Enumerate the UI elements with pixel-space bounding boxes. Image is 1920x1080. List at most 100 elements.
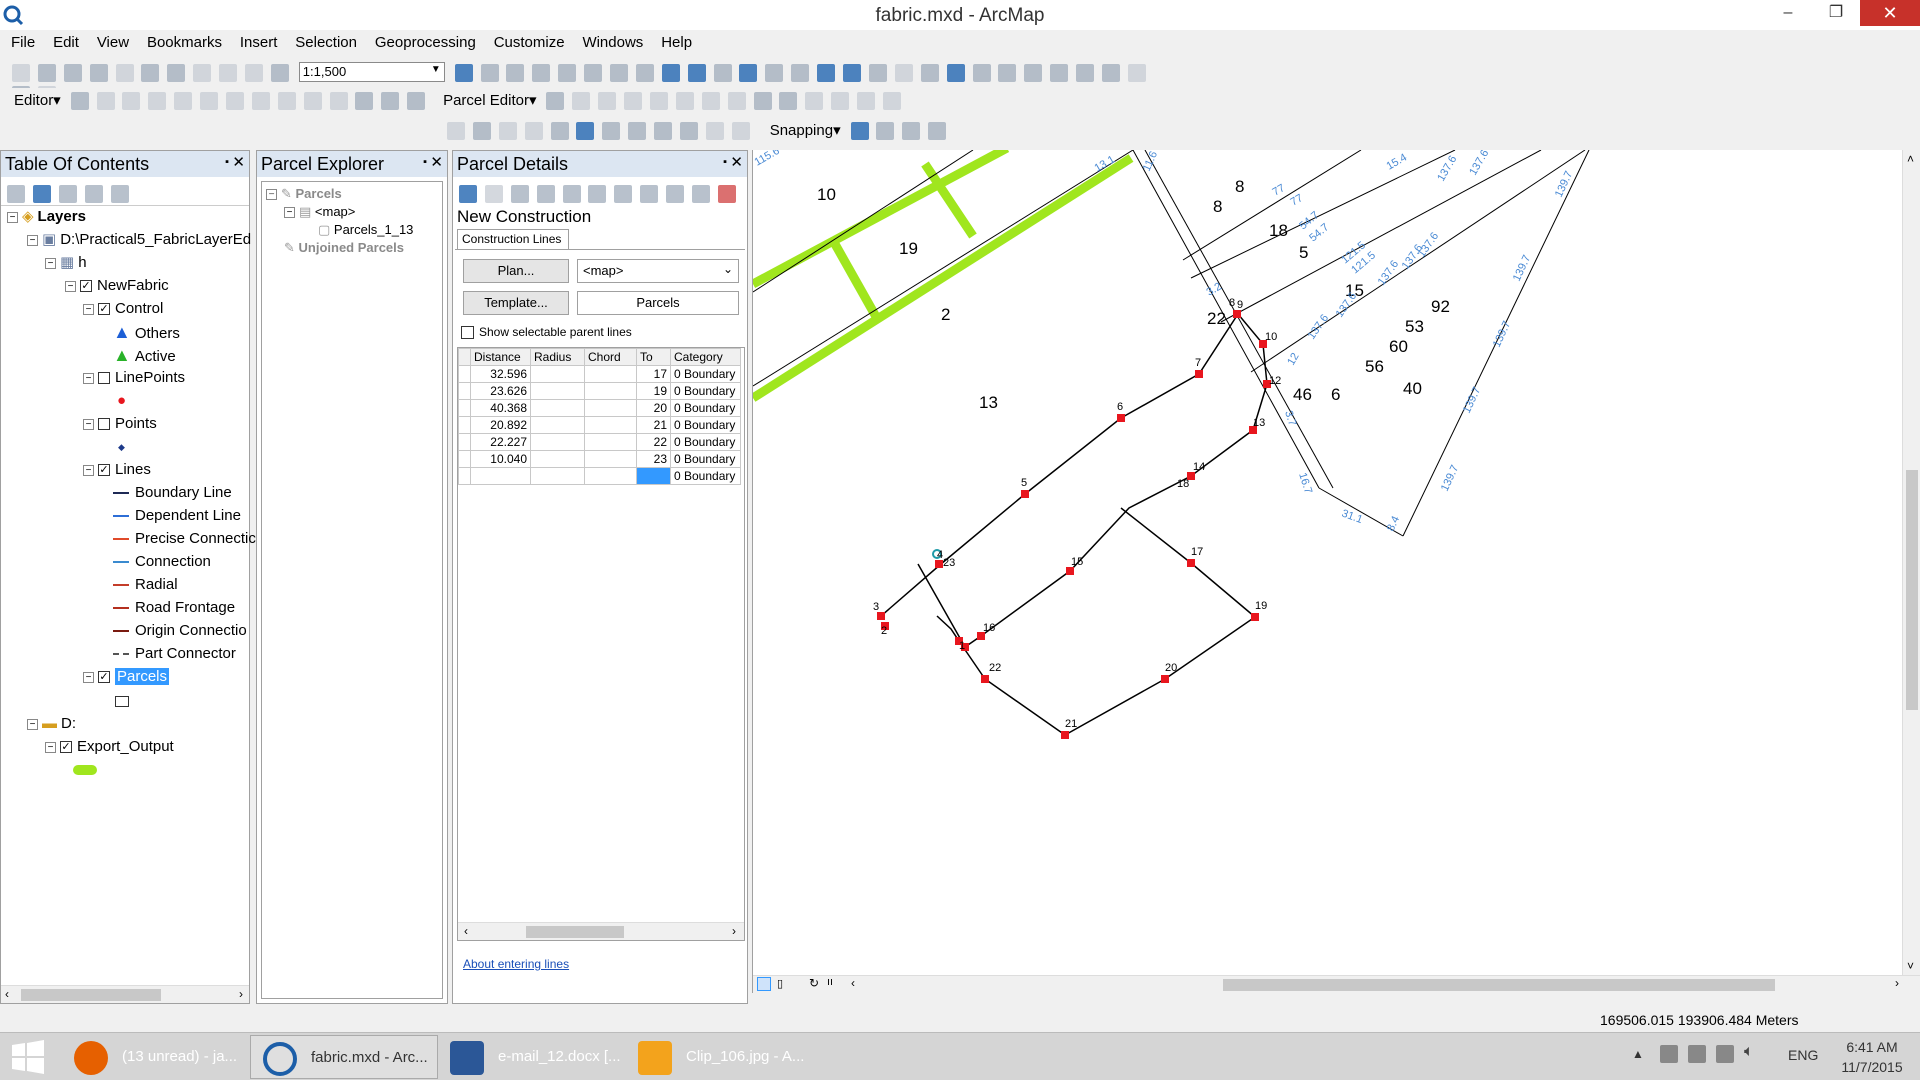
pan-icon[interactable] bbox=[713, 64, 732, 82]
table-row[interactable]: 23.626 19 0 Boundary bbox=[458, 382, 741, 400]
cell-category[interactable]: 0 Boundary bbox=[670, 365, 741, 383]
edge-snapping-icon[interactable] bbox=[928, 122, 947, 140]
menu-windows[interactable]: Windows bbox=[575, 32, 650, 53]
toc-layer-points[interactable]: − Points bbox=[83, 413, 157, 435]
close-icon[interactable]: ✕ bbox=[430, 153, 443, 171]
merge-icon[interactable] bbox=[649, 92, 668, 110]
close-icon[interactable]: ✕ bbox=[232, 153, 245, 171]
scroll-right-icon[interactable]: › bbox=[732, 924, 736, 938]
column-header-category[interactable]: Category bbox=[670, 348, 741, 366]
clock-date[interactable]: 11/7/2015 bbox=[1834, 1059, 1910, 1075]
collapse-icon[interactable]: − bbox=[83, 671, 94, 683]
scroll-up-icon[interactable]: ˄ bbox=[1907, 152, 1914, 166]
about-entering-lines-link[interactable]: About entering lines bbox=[463, 957, 569, 971]
new-line-icon[interactable] bbox=[459, 185, 477, 203]
layer-visibility-checkbox[interactable] bbox=[98, 372, 110, 385]
template-button[interactable]: Template... bbox=[463, 291, 569, 315]
cell-chord[interactable] bbox=[584, 467, 637, 485]
cell-radius[interactable] bbox=[530, 399, 585, 417]
show-parent-lines-checkbox[interactable] bbox=[461, 326, 474, 340]
cell-to[interactable]: 23 bbox=[636, 450, 671, 468]
straight-segment-icon[interactable] bbox=[122, 92, 141, 110]
measure-icon[interactable] bbox=[1024, 64, 1043, 82]
find-icon[interactable] bbox=[1050, 64, 1069, 82]
collapse-icon[interactable]: − bbox=[83, 418, 94, 430]
collapse-icon[interactable]: − bbox=[45, 257, 56, 269]
menu-geoprocessing[interactable]: Geoprocessing bbox=[368, 32, 483, 53]
editor-toolbar-icon[interactable] bbox=[454, 64, 473, 82]
point-icon[interactable] bbox=[200, 92, 219, 110]
row-selector[interactable] bbox=[458, 450, 471, 468]
pause-drawing-icon[interactable]: ıı bbox=[827, 976, 833, 988]
data-view-icon[interactable] bbox=[757, 977, 771, 991]
menu-edit[interactable]: Edit bbox=[46, 32, 86, 53]
column-header-distance[interactable]: Distance bbox=[470, 348, 531, 366]
cell-radius[interactable] bbox=[530, 382, 585, 400]
reshape-icon[interactable] bbox=[251, 92, 270, 110]
layer-visibility-checkbox[interactable]: ✓ bbox=[98, 464, 110, 477]
taskbar-item-firefox[interactable]: (13 unread) - ja... bbox=[62, 1035, 250, 1079]
end-snapping-icon[interactable] bbox=[876, 122, 895, 140]
cell-chord[interactable] bbox=[584, 382, 637, 400]
template-field[interactable]: Parcels bbox=[577, 291, 739, 315]
horizontal-scrollbar[interactable]: ‹ › bbox=[1, 985, 249, 1003]
toc-layers-row[interactable]: − ◈ Layers bbox=[7, 206, 86, 228]
new-document-icon[interactable] bbox=[12, 64, 30, 82]
rotate-icon[interactable] bbox=[329, 92, 348, 110]
cell-to[interactable]: 19 bbox=[636, 382, 671, 400]
split-parcel-icon[interactable] bbox=[857, 92, 876, 110]
options-icon[interactable] bbox=[666, 185, 685, 203]
menu-view[interactable]: View bbox=[90, 32, 136, 53]
dimension-icon[interactable] bbox=[624, 92, 643, 110]
refresh-icon[interactable]: ↻ bbox=[809, 976, 819, 990]
action-center-icon[interactable] bbox=[1660, 1045, 1678, 1063]
point-along-icon[interactable] bbox=[524, 122, 543, 140]
sketch-properties-icon[interactable] bbox=[381, 92, 400, 110]
parcel-explorer-icon[interactable] bbox=[779, 92, 798, 110]
build-icon[interactable] bbox=[831, 92, 850, 110]
menu-bookmarks[interactable]: Bookmarks bbox=[140, 32, 229, 53]
identify-icon[interactable] bbox=[946, 64, 965, 82]
table-row[interactable]: 40.368 20 0 Boundary bbox=[458, 399, 741, 417]
collapse-icon[interactable]: − bbox=[45, 741, 56, 753]
volume-icon[interactable]: 🔈︎ bbox=[1744, 1043, 1754, 1061]
html-popup-icon[interactable] bbox=[998, 64, 1017, 82]
parallel-offset-icon[interactable] bbox=[498, 122, 517, 140]
layer-visibility-checkbox[interactable]: ✓ bbox=[98, 303, 110, 316]
map-vertical-scrollbar[interactable]: ˄ ˅ bbox=[1902, 150, 1920, 975]
collapse-icon[interactable]: − bbox=[284, 207, 295, 219]
construction-lines-tab[interactable]: Construction Lines bbox=[457, 229, 569, 249]
scroll-left-icon[interactable]: ‹ bbox=[851, 976, 855, 990]
delete-parcel-icon[interactable] bbox=[717, 185, 736, 203]
cell-chord[interactable] bbox=[584, 416, 637, 434]
row-selector[interactable] bbox=[458, 416, 471, 434]
row-selector[interactable] bbox=[458, 433, 471, 451]
format-icon[interactable] bbox=[536, 185, 555, 203]
list-by-drawing-order-icon[interactable] bbox=[7, 185, 25, 203]
scroll-right-icon[interactable]: › bbox=[1895, 976, 1899, 990]
list-by-selection-icon[interactable] bbox=[84, 185, 103, 203]
cell-radius[interactable] bbox=[530, 365, 585, 383]
table-row[interactable]: 10.040 23 0 Boundary bbox=[458, 450, 741, 468]
snapping-menu[interactable]: Snapping▾ bbox=[770, 121, 841, 139]
create-features-icon[interactable] bbox=[407, 92, 426, 110]
map-scale-combo[interactable]: 1:1,500 ▼ bbox=[298, 62, 445, 82]
restore-button[interactable]: ❐ bbox=[1816, 0, 1856, 26]
time-slider-icon[interactable] bbox=[1127, 64, 1146, 82]
cell-distance[interactable]: 20.892 bbox=[470, 416, 531, 434]
grid-view-icon[interactable] bbox=[510, 185, 529, 203]
menu-help[interactable]: Help bbox=[654, 32, 699, 53]
join-icon[interactable] bbox=[572, 92, 591, 110]
toc-dataset-row[interactable]: − ▦ h bbox=[45, 252, 87, 274]
table-row[interactable]: 20.892 21 0 Boundary bbox=[458, 416, 741, 434]
search-window-icon[interactable] bbox=[558, 64, 577, 82]
cell-distance[interactable]: 32.596 bbox=[470, 365, 531, 383]
taskbar-item-word[interactable]: e-mail_12.docx [... bbox=[438, 1035, 626, 1079]
cell-radius[interactable] bbox=[530, 467, 585, 485]
copy-icon[interactable] bbox=[141, 64, 160, 82]
collapse-icon[interactable]: − bbox=[65, 280, 76, 292]
cell-chord[interactable] bbox=[584, 399, 637, 417]
scroll-left-icon[interactable]: ‹ bbox=[5, 987, 9, 1001]
toc-options-icon[interactable] bbox=[110, 185, 129, 203]
scroll-thumb[interactable] bbox=[526, 926, 624, 938]
